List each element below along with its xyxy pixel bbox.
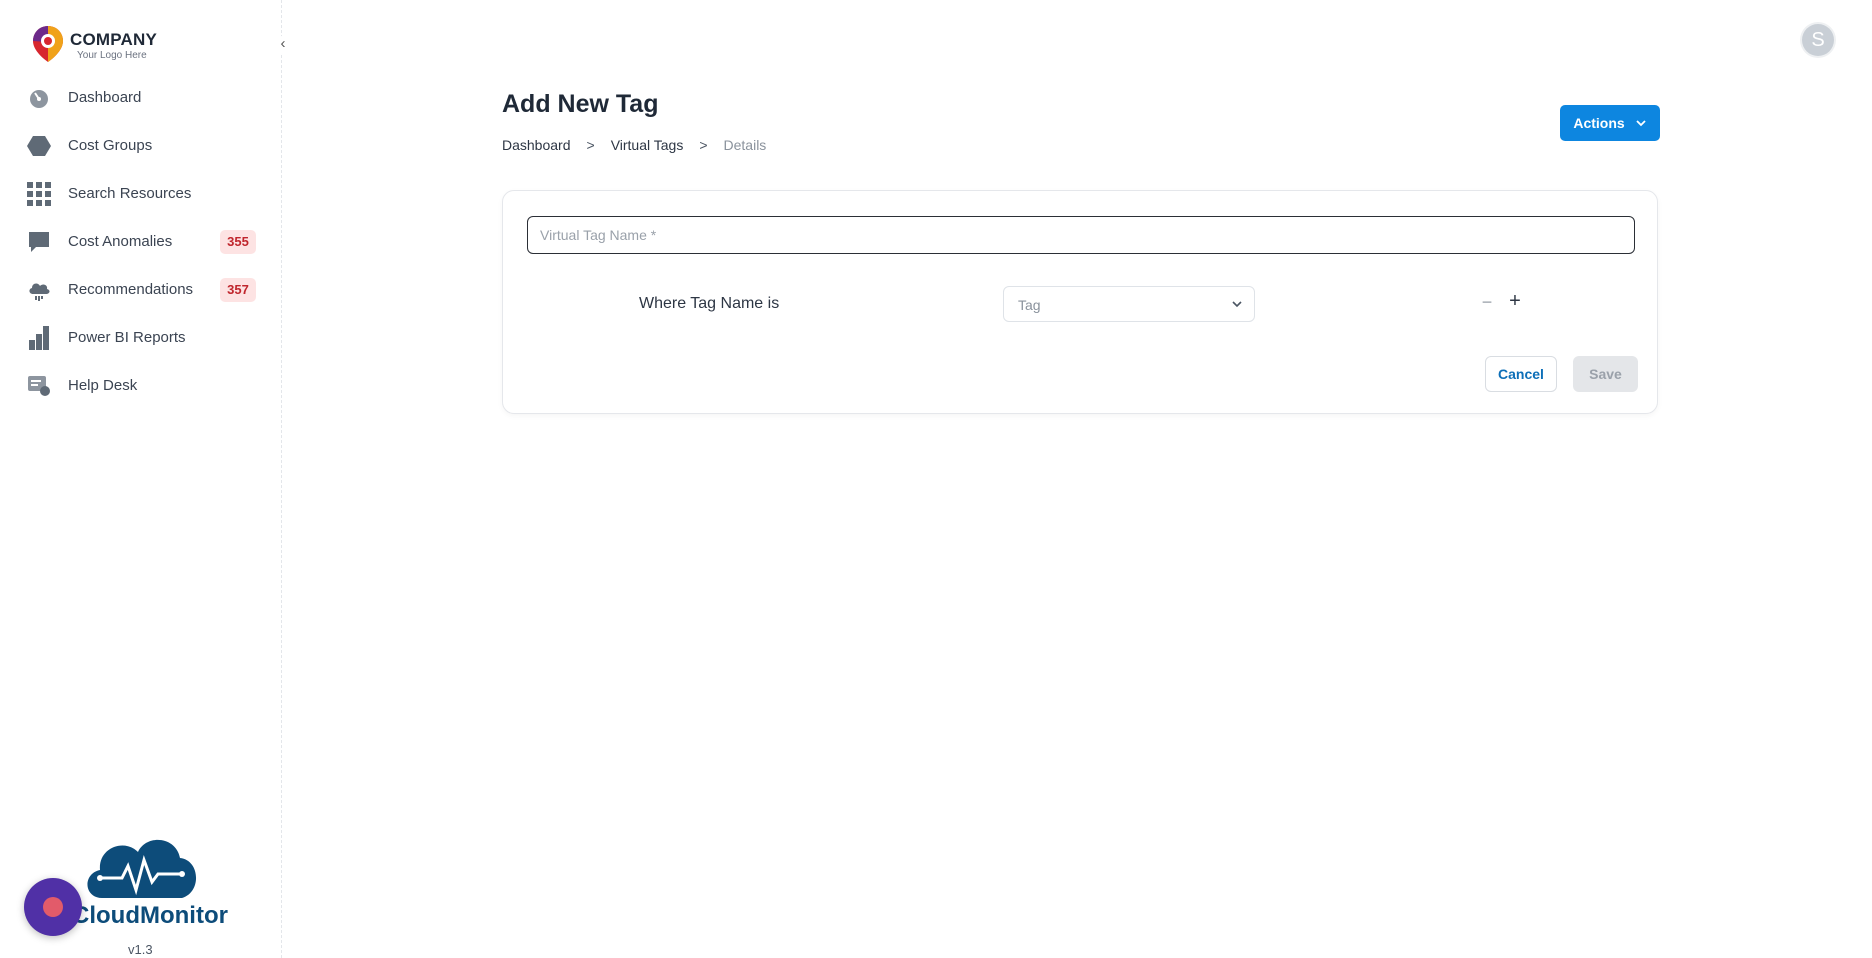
tag-select[interactable]: Tag bbox=[1003, 286, 1255, 322]
chat-widget-button[interactable] bbox=[24, 878, 82, 936]
chevron-down-icon bbox=[1636, 120, 1646, 127]
sidebar-item-power-bi-reports[interactable]: Power BI Reports bbox=[0, 314, 282, 362]
sidebar-nav: Dashboard Cost Groups Search Resources C… bbox=[0, 74, 282, 410]
sidebar-item-label: Cost Groups bbox=[68, 137, 153, 154]
breadcrumb-dashboard[interactable]: Dashboard bbox=[502, 137, 571, 153]
sidebar-item-label: Recommendations bbox=[68, 281, 194, 298]
chat-icon bbox=[43, 897, 63, 917]
sidebar-item-cost-groups[interactable]: Cost Groups bbox=[0, 122, 282, 170]
company-logo[interactable]: COMPANY Your Logo Here bbox=[30, 24, 170, 66]
logo-pin-icon bbox=[33, 26, 63, 62]
sidebar-item-search-resources[interactable]: Search Resources bbox=[0, 170, 282, 218]
sidebar-item-recommendations[interactable]: Recommendations 357 bbox=[0, 266, 282, 314]
add-rule-button[interactable]: + bbox=[1505, 290, 1525, 314]
add-tag-card: Where Tag Name is Tag − + Cancel Save bbox=[502, 190, 1658, 414]
brand-text: CloudMonitor bbox=[72, 902, 228, 929]
chevron-down-icon bbox=[1232, 301, 1242, 308]
rule-label: Where Tag Name is bbox=[639, 295, 780, 312]
logo-name: COMPANY bbox=[70, 30, 158, 49]
chat-bubble-icon bbox=[29, 232, 49, 252]
hexagon-icon bbox=[27, 136, 51, 156]
sidebar-item-label: Dashboard bbox=[68, 89, 142, 106]
user-avatar[interactable]: S bbox=[1802, 24, 1834, 56]
sidebar-item-label: Help Desk bbox=[68, 377, 138, 394]
sidebar-item-label: Power BI Reports bbox=[68, 329, 186, 346]
sidebar-item-label: Search Resources bbox=[68, 185, 192, 202]
cloudmonitor-brand: CloudMonitor bbox=[72, 830, 232, 930]
cancel-button[interactable]: Cancel bbox=[1485, 356, 1557, 392]
virtual-tag-name-input[interactable] bbox=[527, 216, 1635, 254]
page-title: Add New Tag bbox=[502, 90, 659, 118]
breadcrumb-current: Details bbox=[723, 137, 767, 153]
cost-anomalies-badge: 355 bbox=[220, 230, 256, 254]
app-version: v1.3 bbox=[128, 942, 153, 957]
speedometer-icon bbox=[30, 90, 48, 108]
breadcrumb: Dashboard > Virtual Tags > Details bbox=[502, 137, 766, 153]
recommendations-badge: 357 bbox=[220, 278, 256, 302]
help-desk-icon bbox=[28, 376, 50, 396]
chevron-left-icon: ‹ bbox=[280, 35, 286, 52]
grid-icon bbox=[27, 182, 51, 206]
remove-rule-button[interactable]: − bbox=[1477, 292, 1497, 316]
sidebar: COMPANY Your Logo Here ‹ Dashboard Cost … bbox=[0, 0, 292, 958]
collapse-sidebar-button[interactable]: ‹ bbox=[274, 36, 292, 54]
actions-button[interactable]: Actions bbox=[1560, 105, 1660, 141]
sidebar-item-cost-anomalies[interactable]: Cost Anomalies 355 bbox=[0, 218, 282, 266]
cloud-icon bbox=[29, 283, 50, 301]
cloud-heartbeat-icon bbox=[87, 839, 197, 898]
tag-select-value: Tag bbox=[1018, 297, 1041, 313]
sidebar-item-label: Cost Anomalies bbox=[68, 233, 173, 250]
actions-label: Actions bbox=[1573, 115, 1625, 131]
sidebar-item-dashboard[interactable]: Dashboard bbox=[0, 74, 282, 122]
bar-chart-icon bbox=[29, 326, 49, 350]
breadcrumb-separator: > bbox=[586, 137, 595, 153]
breadcrumb-virtual-tags[interactable]: Virtual Tags bbox=[611, 137, 684, 153]
breadcrumb-separator: > bbox=[699, 137, 708, 153]
sidebar-item-help-desk[interactable]: Help Desk bbox=[0, 362, 282, 410]
save-button[interactable]: Save bbox=[1573, 356, 1638, 392]
logo-tagline: Your Logo Here bbox=[77, 50, 147, 61]
